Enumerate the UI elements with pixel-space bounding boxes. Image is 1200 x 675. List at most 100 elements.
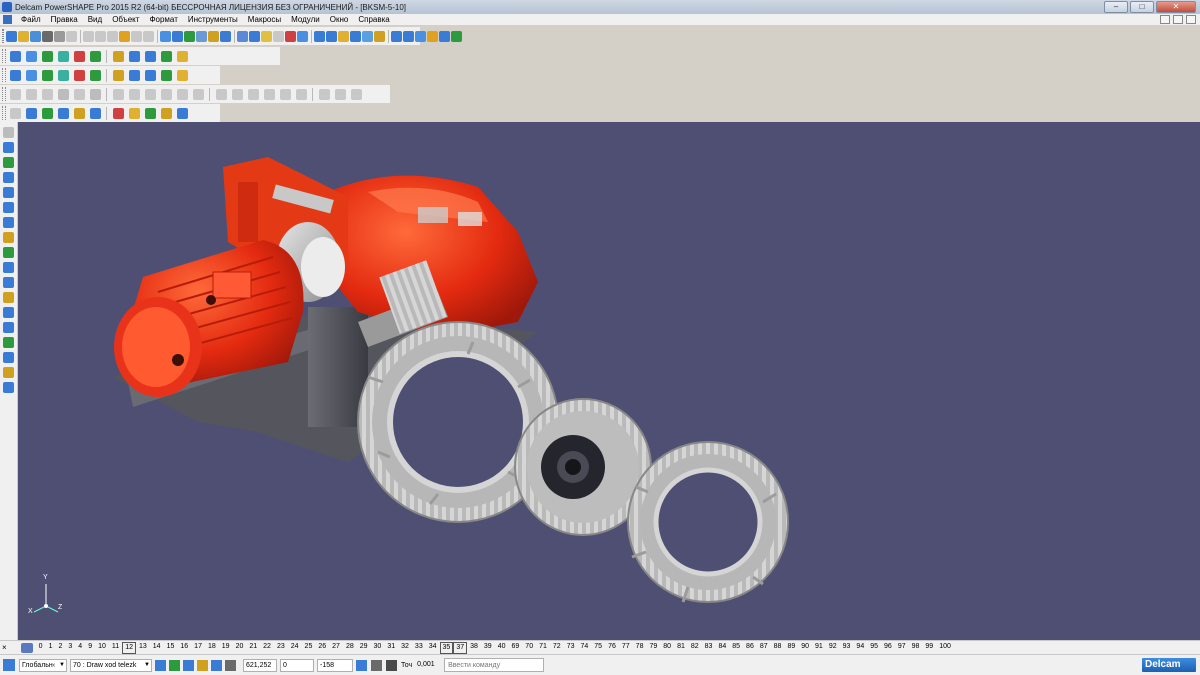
toolbar-tool-icon[interactable] — [88, 106, 103, 121]
level-item[interactable]: 69 — [509, 642, 523, 654]
toolbar-tool-icon[interactable] — [362, 29, 373, 44]
level-item[interactable]: 77 — [619, 642, 633, 654]
tolerance-field[interactable]: 0,001 — [415, 659, 441, 672]
toolbar-tool-icon[interactable] — [56, 87, 71, 102]
level-item[interactable]: 28 — [343, 642, 357, 654]
level-item[interactable]: 17 — [191, 642, 205, 654]
toolbar-tool-icon[interactable] — [350, 29, 361, 44]
toolbar-tool-icon[interactable] — [40, 106, 55, 121]
doc-restore-button[interactable] — [1173, 15, 1183, 24]
level-item[interactable]: 74 — [577, 642, 591, 654]
toolbar-tool-icon[interactable] — [66, 29, 77, 44]
toolbar-tool-icon[interactable] — [72, 68, 87, 83]
toolbar-tool-icon[interactable] — [1, 335, 16, 350]
level-item[interactable]: 18 — [205, 642, 219, 654]
level-item[interactable]: 31 — [384, 642, 398, 654]
level-item[interactable]: 89 — [784, 642, 798, 654]
coord-z-field[interactable]: -158 — [317, 658, 353, 672]
toolbar-tool-icon[interactable] — [143, 68, 158, 83]
toolbar-tool-icon[interactable] — [131, 29, 142, 44]
toolbar-tool-icon[interactable] — [230, 87, 245, 102]
toolbar-tool-icon[interactable] — [415, 29, 426, 44]
toolbar-tool-icon[interactable] — [40, 49, 55, 64]
toolbar-tool-icon[interactable] — [24, 87, 39, 102]
toolbar-tool-icon[interactable] — [24, 68, 39, 83]
coord-x-field[interactable]: 621,252 — [243, 658, 277, 672]
toolbar-tool-icon[interactable] — [1, 350, 16, 365]
menu-file[interactable]: Файл — [16, 14, 46, 26]
menu-object[interactable]: Объект — [107, 14, 144, 26]
toolbar-tool-icon[interactable] — [8, 87, 23, 102]
toolbar-tool-icon[interactable] — [143, 49, 158, 64]
toolbar-tool-icon[interactable] — [42, 29, 53, 44]
level-item[interactable]: 26 — [315, 642, 329, 654]
toolbar-tool-icon[interactable] — [391, 29, 402, 44]
level-select[interactable]: 70 : Draw xod telezk — [70, 658, 152, 672]
status-tool-icon[interactable] — [211, 659, 222, 671]
toolbar-tool-icon[interactable] — [72, 87, 87, 102]
level-item[interactable]: 33 — [412, 642, 426, 654]
toolbar-tool-icon[interactable] — [88, 49, 103, 64]
toolbar-tool-icon[interactable] — [1, 170, 16, 185]
level-item[interactable]: 93 — [840, 642, 854, 654]
command-input[interactable] — [444, 658, 545, 672]
level-item[interactable]: 70 — [522, 642, 536, 654]
menu-modules[interactable]: Модули — [286, 14, 325, 26]
level-item[interactable]: 100 — [936, 642, 954, 654]
level-item[interactable]: 30 — [371, 642, 385, 654]
toolbar-tool-icon[interactable] — [1, 290, 16, 305]
toolbar-tool-icon[interactable] — [72, 106, 87, 121]
toolbar-tool-icon[interactable] — [72, 49, 87, 64]
toolbar-tool-icon[interactable] — [56, 106, 71, 121]
status-tool-icon[interactable] — [183, 659, 194, 671]
toolbar-tool-icon[interactable] — [1, 185, 16, 200]
level-item[interactable]: 19 — [219, 642, 233, 654]
level-item[interactable]: 39 — [481, 642, 495, 654]
level-item[interactable]: 1 — [46, 642, 56, 654]
level-item[interactable]: 15 — [164, 642, 178, 654]
toolbar-tool-icon[interactable] — [262, 87, 277, 102]
level-item[interactable]: 81 — [674, 642, 688, 654]
level-item[interactable]: 22 — [260, 642, 274, 654]
toolbar-tool-icon[interactable] — [273, 29, 284, 44]
toolbar-tool-icon[interactable] — [1, 230, 16, 245]
status-tool-icon[interactable] — [155, 659, 166, 671]
level-item[interactable]: 88 — [771, 642, 785, 654]
toolbar-tool-icon[interactable] — [119, 29, 130, 44]
toolbar-tool-icon[interactable] — [374, 29, 385, 44]
level-item[interactable]: 92 — [826, 642, 840, 654]
level-item[interactable]: 90 — [798, 642, 812, 654]
toolbar-tool-icon[interactable] — [111, 87, 126, 102]
toolbar-grip[interactable] — [2, 68, 6, 82]
status-tool-icon[interactable] — [169, 659, 180, 671]
toolbar-tool-icon[interactable] — [88, 87, 103, 102]
level-item[interactable]: 9 — [85, 642, 95, 654]
menu-macros[interactable]: Макросы — [243, 14, 286, 26]
toolbar-tool-icon[interactable] — [54, 29, 65, 44]
toolbar-tool-icon[interactable] — [127, 106, 142, 121]
toolbar-tool-icon[interactable] — [191, 87, 206, 102]
level-item[interactable]: 91 — [812, 642, 826, 654]
toolbar-tool-icon[interactable] — [317, 87, 332, 102]
toolbar-tool-icon[interactable] — [143, 106, 158, 121]
toolbar-tool-icon[interactable] — [40, 68, 55, 83]
toolbar-tool-icon[interactable] — [6, 29, 17, 44]
level-item[interactable]: 76 — [605, 642, 619, 654]
level-item[interactable]: 72 — [550, 642, 564, 654]
toolbar-tool-icon[interactable] — [56, 68, 71, 83]
level-item[interactable]: 0 — [36, 642, 46, 654]
level-item[interactable]: 84 — [715, 642, 729, 654]
toolbar-tool-icon[interactable] — [1, 245, 16, 260]
toolbar-tool-icon[interactable] — [127, 68, 142, 83]
level-item[interactable]: 11 — [109, 642, 122, 654]
toolbar-tool-icon[interactable] — [56, 49, 71, 64]
level-item[interactable]: 35 — [439, 641, 454, 654]
large-gear-2[interactable] — [627, 441, 789, 603]
toolbar-tool-icon[interactable] — [314, 29, 325, 44]
level-item[interactable]: 3 — [65, 642, 75, 654]
toolbar-grip[interactable] — [2, 49, 6, 63]
menu-help[interactable]: Справка — [353, 14, 394, 26]
menu-window[interactable]: Окно — [325, 14, 354, 26]
toolbar-tool-icon[interactable] — [107, 29, 118, 44]
level-item[interactable]: 20 — [233, 642, 247, 654]
